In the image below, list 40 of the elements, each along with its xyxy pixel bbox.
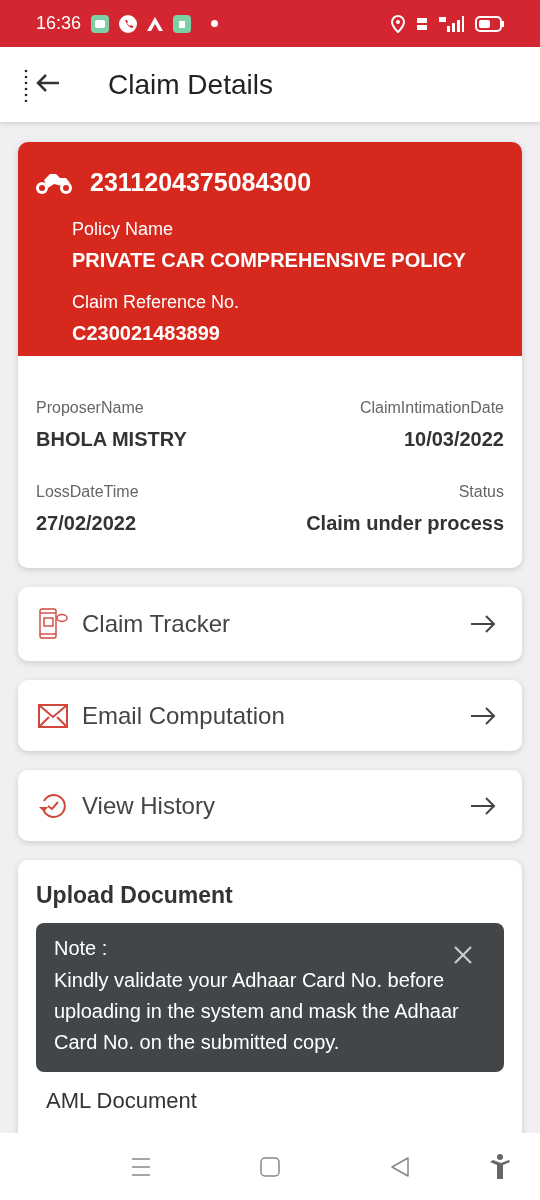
- document-label: AML Document: [45, 1086, 198, 1115]
- field-value: 27/02/2022: [36, 511, 138, 536]
- section-title: Upload Document: [36, 881, 234, 910]
- phone-tracker-icon: [38, 608, 68, 640]
- arrow-right-icon: [470, 706, 496, 725]
- note-title: Note :: [54, 935, 108, 961]
- claim-reference: C230021483899: [72, 320, 221, 346]
- app-icon: [91, 14, 110, 33]
- field-value: 10/03/2022: [402, 427, 504, 452]
- page-title: Claim Details: [108, 67, 273, 102]
- action-button[interactable]: View History: [18, 770, 522, 841]
- envelope-icon: [38, 703, 68, 728]
- field-value: BHOLA MISTRY: [36, 427, 188, 452]
- status-time: 16:36: [36, 12, 82, 35]
- close-icon[interactable]: [454, 945, 472, 964]
- location-icon: [391, 14, 405, 33]
- arrow-right-icon: [470, 796, 496, 815]
- field-label: ClaimIntimationDate: [358, 398, 504, 418]
- note-text: Kindly validate your Adhaar Card No. before uploading in the system and mask the Adhaar Card No. on the submitted copy.: [54, 967, 460, 1055]
- app-icon: [147, 16, 164, 31]
- field-value: Claim under process: [305, 511, 504, 536]
- field-label: Policy Name: [72, 217, 175, 241]
- back-nav-icon[interactable]: [390, 1156, 410, 1177]
- action-button[interactable]: Email Computation: [18, 680, 522, 751]
- battery-icon: [475, 15, 504, 32]
- field-label: LossDateTime: [36, 482, 140, 502]
- accessibility-icon[interactable]: [489, 1153, 511, 1180]
- back-icon[interactable]: [24, 67, 60, 102]
- dot-icon: [211, 20, 219, 27]
- home-icon[interactable]: [260, 1156, 280, 1177]
- calculator-icon: [173, 14, 192, 33]
- signal-icon: [439, 14, 465, 33]
- phone-icon: [119, 14, 138, 33]
- policy-number: 2311204375084300: [90, 167, 312, 198]
- field-label: Claim Reference No.: [72, 290, 241, 314]
- policy-name: PRIVATE CAR COMPREHENSIVE POLICY: [72, 247, 467, 273]
- arrow-right-icon: [470, 615, 496, 633]
- action-button[interactable]: Claim Tracker: [18, 587, 522, 661]
- field-label: ProposerName: [36, 398, 145, 418]
- field-label: Status: [457, 482, 504, 502]
